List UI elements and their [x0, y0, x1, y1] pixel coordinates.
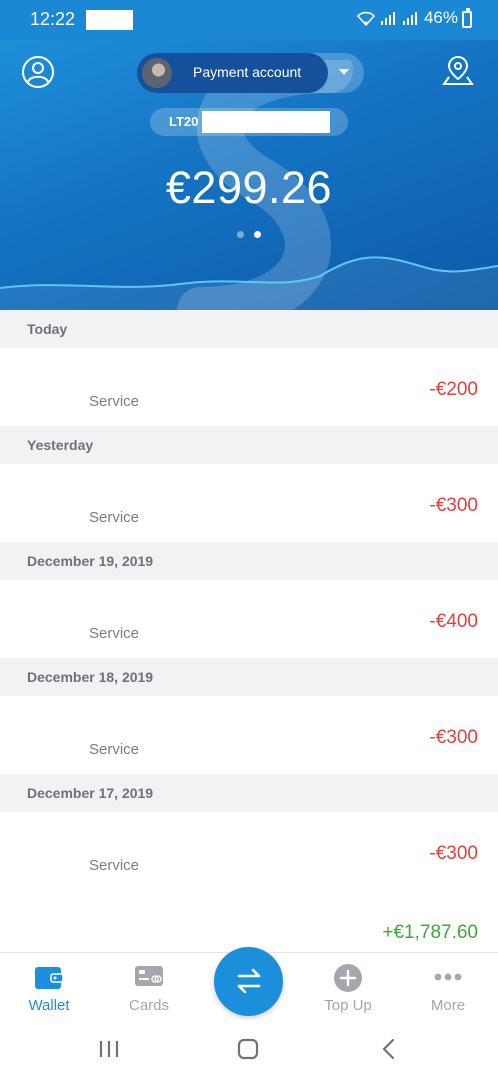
- nav-topup[interactable]: Top Up: [303, 953, 393, 1021]
- balance-wave: [0, 256, 498, 310]
- transaction-amount: -€300: [429, 495, 478, 516]
- transaction-row[interactable]: Service -€400: [0, 580, 498, 658]
- battery-icon: [462, 8, 472, 28]
- date-label: December 19, 2019: [27, 553, 154, 569]
- transaction-row[interactable]: Service -€300: [0, 696, 498, 774]
- transaction-amount: -€300: [429, 727, 478, 748]
- transaction-amount: -€200: [429, 379, 478, 400]
- transaction-row[interactable]: Service -€200: [0, 348, 498, 426]
- card-icon: [135, 966, 163, 986]
- date-header: Yesterday: [0, 426, 498, 464]
- nav-more[interactable]: More: [403, 953, 493, 1021]
- account-selector-label-area[interactable]: Payment account: [137, 53, 328, 93]
- transaction-list[interactable]: Today Service -€200 Yesterday Service -€…: [0, 310, 498, 952]
- location-pin-icon[interactable]: [441, 53, 475, 87]
- nav-label: Top Up: [324, 997, 372, 1014]
- transaction-amount: +€1,787.60: [382, 922, 478, 943]
- wifi-icon: [356, 11, 376, 26]
- status-indicators: 46%: [356, 8, 458, 28]
- transaction-subtitle: Service: [89, 625, 140, 642]
- nav-label: Wallet: [28, 997, 70, 1014]
- date-label: December 18, 2019: [27, 669, 154, 685]
- transaction-row[interactable]: Service -€300: [0, 464, 498, 542]
- nav-wallet[interactable]: Wallet: [4, 953, 94, 1021]
- transaction-row[interactable]: Service -€300: [0, 812, 498, 890]
- page-dot[interactable]: [237, 231, 244, 238]
- nav-cards[interactable]: Cards: [104, 953, 194, 1021]
- date-label: Today: [27, 321, 68, 337]
- recent-apps-icon[interactable]: [98, 1038, 120, 1060]
- transaction-subtitle: Service: [89, 741, 140, 758]
- redacted-block: [86, 10, 133, 30]
- page-indicator: [237, 231, 261, 238]
- account-name: Payment account: [193, 64, 302, 80]
- redacted-block: [202, 111, 330, 133]
- date-label: Yesterday: [27, 437, 94, 453]
- plus-circle-icon: [334, 964, 362, 992]
- page-dot-active[interactable]: [254, 231, 261, 238]
- date-header: December 18, 2019: [0, 658, 498, 696]
- account-header: Payment account LT20 €299.26: [0, 40, 498, 310]
- account-selector[interactable]: Payment account: [137, 53, 364, 93]
- transaction-row[interactable]: +€1,787.60: [0, 890, 498, 952]
- iban-prefix: LT20: [169, 114, 199, 129]
- transaction-amount: -€400: [429, 611, 478, 632]
- nav-label: More: [430, 997, 466, 1014]
- date-header: Today: [0, 310, 498, 348]
- system-navigation: [0, 1020, 498, 1080]
- signal-icon: [380, 12, 395, 25]
- home-icon[interactable]: [237, 1038, 259, 1060]
- date-header: December 17, 2019: [0, 774, 498, 812]
- back-icon[interactable]: [378, 1038, 400, 1060]
- battery-percent: 46%: [423, 8, 458, 27]
- transaction-subtitle: Service: [89, 857, 140, 874]
- transaction-amount: -€300: [429, 843, 478, 864]
- date-label: December 17, 2019: [27, 785, 154, 801]
- profile-icon[interactable]: [21, 55, 55, 89]
- chevron-down-icon[interactable]: [339, 69, 349, 75]
- transaction-subtitle: Service: [89, 393, 140, 410]
- status-time: 12:22: [30, 9, 76, 29]
- avatar: [142, 58, 172, 88]
- iban-badge[interactable]: LT20: [150, 108, 348, 136]
- transaction-subtitle: Service: [89, 509, 140, 526]
- nav-label: Cards: [128, 997, 169, 1014]
- signal-icon: [402, 12, 417, 25]
- date-header: December 19, 2019: [0, 542, 498, 580]
- more-dots-icon: [434, 973, 462, 981]
- wallet-icon: [35, 967, 64, 989]
- transfer-arrows-icon: [237, 968, 261, 994]
- transfer-button[interactable]: [214, 947, 283, 1016]
- account-balance: €299.26: [165, 162, 333, 213]
- status-bar: 12:22 46%: [0, 0, 498, 40]
